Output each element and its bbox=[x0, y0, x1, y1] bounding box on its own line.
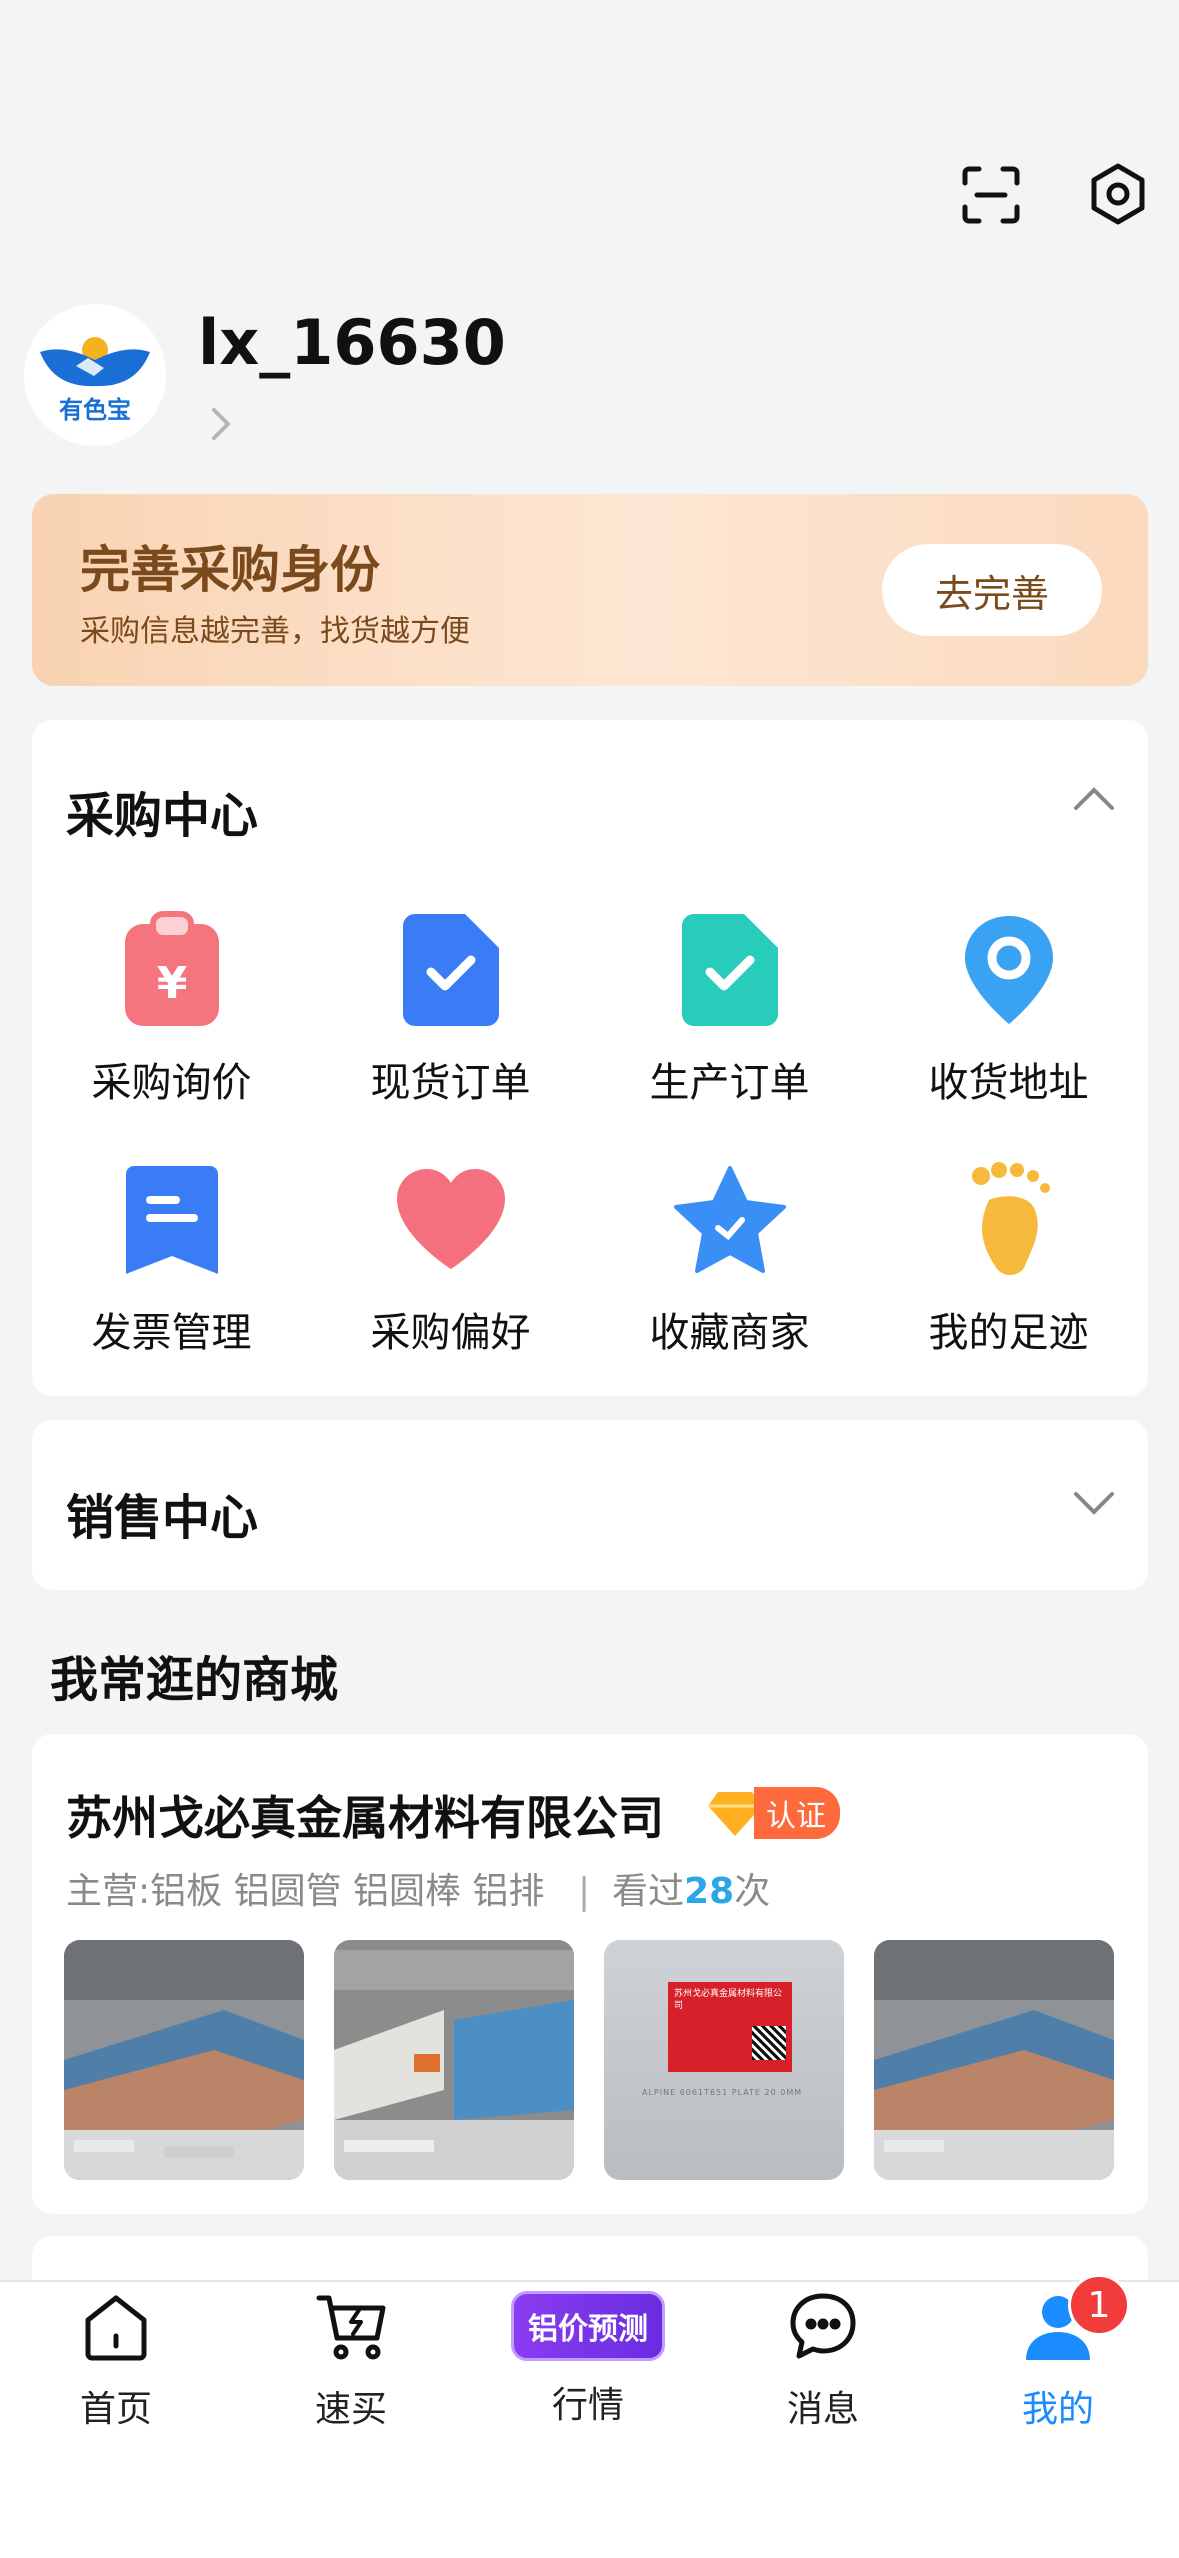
my-footprints-item[interactable]: 我的足迹 bbox=[869, 1160, 1148, 1358]
shop-photo-4[interactable] bbox=[874, 1940, 1114, 2180]
photo-plate-text: ALPINE 6061T651 PLATE 20.0MM bbox=[642, 2088, 803, 2097]
viewed-prefix: 看过 bbox=[612, 1871, 685, 1912]
tab-home-label: 首页 bbox=[79, 2389, 152, 2430]
location-pin-icon bbox=[949, 910, 1069, 1030]
spot-orders-label: 现货订单 bbox=[370, 1060, 531, 1106]
chevron-right-icon[interactable] bbox=[206, 404, 236, 448]
main-products-label: 主营: bbox=[66, 1871, 151, 1912]
spot-orders-item[interactable]: 现货订单 bbox=[311, 910, 590, 1108]
purchase-preference-item[interactable]: 采购偏好 bbox=[311, 1160, 590, 1358]
meta-separator: | bbox=[577, 1871, 591, 1912]
scan-icon[interactable] bbox=[956, 160, 1026, 230]
purchase-center-row-1: ¥ 采购询价 现货订单 生产订单 收货地址 bbox=[32, 910, 1148, 1108]
purchase-inquiry-item[interactable]: ¥ 采购询价 bbox=[32, 910, 311, 1108]
footprint-icon bbox=[949, 1160, 1069, 1280]
promo-title: 完善采购身份 bbox=[80, 541, 380, 599]
shipping-address-label: 收货地址 bbox=[928, 1060, 1089, 1106]
avatar-logo-text: 有色宝 bbox=[59, 396, 131, 424]
avatar[interactable]: 有色宝 bbox=[24, 304, 166, 446]
tab-quick-buy[interactable]: 速买 bbox=[241, 2290, 461, 2432]
photo-sign-text: 苏州戈必真金属材料有限公司 bbox=[674, 1989, 783, 2011]
tab-mine-label: 我的 bbox=[1021, 2389, 1094, 2430]
promo-subtitle: 采购信息越完善，找货越方便 bbox=[80, 614, 470, 649]
verified-badge: 认证 bbox=[708, 1787, 840, 1839]
photo-sign: 苏州戈必真金属材料有限公司 bbox=[668, 1982, 792, 2072]
shop-card[interactable]: 苏州戈必真金属材料有限公司 认证 主营:铝板 铝圆管 铝圆棒 铝排 | 看过28次 bbox=[32, 1734, 1148, 2214]
tab-home[interactable]: 首页 bbox=[6, 2290, 226, 2432]
svg-text:¥: ¥ bbox=[156, 958, 187, 1009]
production-orders-item[interactable]: 生产订单 bbox=[590, 910, 869, 1108]
chevron-down-icon[interactable] bbox=[1072, 1488, 1116, 1522]
clipboard-yen-icon: ¥ bbox=[112, 910, 232, 1030]
purchase-preference-label: 采购偏好 bbox=[370, 1310, 531, 1356]
tab-quick-buy-label: 速买 bbox=[314, 2389, 387, 2430]
shop-meta: 主营:铝板 铝圆管 铝圆棒 铝排 | 看过28次 bbox=[66, 1862, 770, 1914]
chevron-up-icon[interactable] bbox=[1072, 784, 1116, 818]
invoice-icon bbox=[112, 1160, 232, 1280]
tab-messages[interactable]: 消息 bbox=[713, 2290, 933, 2432]
user-icon: 1 bbox=[1022, 2274, 1130, 2366]
tab-market-label: 行情 bbox=[551, 2385, 624, 2426]
price-forecast-badge-text: 铝价预测 bbox=[511, 2291, 665, 2361]
tab-mine[interactable]: 1 我的 bbox=[948, 2274, 1168, 2432]
purchase-center-card: 采购中心 ¥ 采购询价 现货订单 生产订单 收货地址 发票管理 采购偏好 收藏商… bbox=[32, 720, 1148, 1396]
favorite-merchants-item[interactable]: 收藏商家 bbox=[590, 1160, 869, 1358]
promo-complete-button[interactable]: 去完善 bbox=[882, 544, 1102, 636]
production-orders-label: 生产订单 bbox=[649, 1060, 810, 1106]
viewed-suffix: 次 bbox=[734, 1871, 771, 1912]
sales-center-card[interactable]: 销售中心 bbox=[32, 1420, 1148, 1590]
price-forecast-badge: 铝价预测 bbox=[511, 2290, 665, 2362]
star-icon bbox=[670, 1160, 790, 1280]
shop-photo-2[interactable] bbox=[334, 1940, 574, 2180]
shop-photo-3[interactable]: 苏州戈必真金属材料有限公司 ALPINE 6061T651 PLATE 20.0… bbox=[604, 1940, 844, 2180]
favorite-shops-title: 我常逛的商城 bbox=[50, 1652, 339, 1708]
chat-icon bbox=[787, 2290, 859, 2366]
invoice-management-item[interactable]: 发票管理 bbox=[32, 1160, 311, 1358]
heart-icon bbox=[391, 1160, 511, 1280]
shop-name[interactable]: 苏州戈必真金属材料有限公司 bbox=[66, 1782, 664, 1848]
purchase-center-title: 采购中心 bbox=[66, 788, 259, 844]
verified-badge-label: 认证 bbox=[754, 1787, 840, 1839]
username[interactable]: lx_16630 bbox=[198, 306, 506, 379]
purchase-inquiry-label: 采购询价 bbox=[91, 1060, 252, 1106]
cart-icon bbox=[315, 2290, 387, 2366]
viewed-count: 28 bbox=[684, 1871, 735, 1912]
main-products: 铝板 铝圆管 铝圆棒 铝排 bbox=[150, 1871, 545, 1912]
document-check-icon bbox=[391, 910, 511, 1030]
document-check-icon bbox=[670, 910, 790, 1030]
sales-center-title: 销售中心 bbox=[66, 1490, 259, 1546]
shop-photo-1[interactable] bbox=[64, 1940, 304, 2180]
favorite-merchants-label: 收藏商家 bbox=[649, 1310, 810, 1356]
settings-icon[interactable] bbox=[1082, 158, 1154, 230]
my-footprints-label: 我的足迹 bbox=[928, 1310, 1089, 1356]
tab-messages-label: 消息 bbox=[786, 2389, 859, 2430]
home-icon bbox=[80, 2290, 152, 2366]
purchase-center-row-2: 发票管理 采购偏好 收藏商家 我的足迹 bbox=[32, 1160, 1148, 1358]
promo-banner[interactable]: 完善采购身份 采购信息越完善，找货越方便 去完善 bbox=[32, 494, 1148, 686]
invoice-management-label: 发票管理 bbox=[91, 1310, 252, 1356]
qr-code-icon bbox=[752, 2026, 786, 2060]
shipping-address-item[interactable]: 收货地址 bbox=[869, 910, 1148, 1108]
tab-market[interactable]: 铝价预测 行情 bbox=[478, 2290, 698, 2428]
notification-badge: 1 bbox=[1068, 2274, 1130, 2336]
